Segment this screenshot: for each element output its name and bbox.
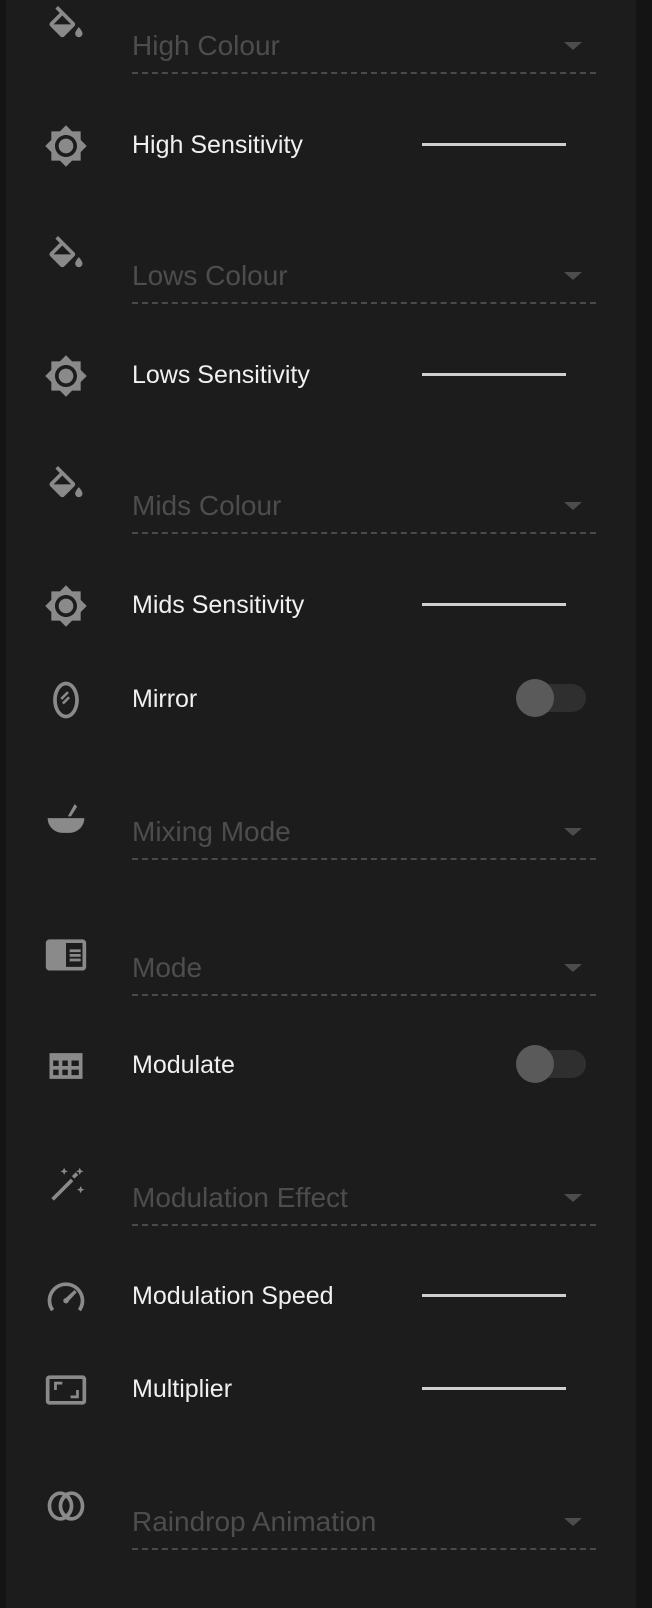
modulation-speed-row: Modulation Speed bbox=[6, 1271, 636, 1321]
mids-sensitivity-slider[interactable] bbox=[422, 603, 566, 606]
brightness-icon bbox=[40, 580, 92, 632]
chevron-down-icon bbox=[564, 828, 582, 836]
aspect-ratio-icon bbox=[40, 1364, 92, 1416]
speedometer-icon bbox=[40, 1271, 92, 1323]
paint-bucket-icon bbox=[40, 462, 92, 514]
brightness-icon bbox=[40, 350, 92, 402]
mixing-mode-select[interactable]: Mixing Mode bbox=[132, 802, 596, 860]
modulation-speed-label: Modulation Speed bbox=[132, 1282, 334, 1310]
lows-colour-select[interactable]: Lows Colour bbox=[132, 246, 596, 304]
high-sensitivity-slider[interactable] bbox=[422, 143, 566, 146]
high-colour-label: High Colour bbox=[132, 30, 280, 61]
high-colour-select[interactable]: High Colour bbox=[132, 16, 596, 74]
lows-sensitivity-slider[interactable] bbox=[422, 373, 566, 376]
high-sensitivity-label: High Sensitivity bbox=[132, 131, 303, 159]
lows-sensitivity-label: Lows Sensitivity bbox=[132, 361, 310, 389]
modulate-label: Modulate bbox=[132, 1051, 235, 1079]
mids-sensitivity-row: Mids Sensitivity bbox=[6, 580, 636, 630]
mids-colour-row: Mids Colour bbox=[6, 460, 636, 550]
modulate-row: Modulate bbox=[6, 1040, 636, 1090]
mode-row: Mode bbox=[6, 926, 636, 1016]
brightness-icon bbox=[40, 120, 92, 172]
modulate-toggle[interactable] bbox=[516, 1044, 592, 1084]
high-sensitivity-row: High Sensitivity bbox=[6, 120, 636, 170]
multiplier-slider[interactable] bbox=[422, 1387, 566, 1390]
view-list-icon bbox=[40, 928, 92, 980]
mode-select[interactable]: Mode bbox=[132, 938, 596, 996]
mirror-label: Mirror bbox=[132, 685, 198, 713]
mids-colour-select[interactable]: Mids Colour bbox=[132, 476, 596, 534]
high-colour-row: High Colour bbox=[6, 0, 636, 90]
raindrop-animation-label: Raindrop Animation bbox=[132, 1506, 377, 1537]
rings-icon bbox=[40, 1480, 92, 1532]
mixing-mode-row: Mixing Mode bbox=[6, 790, 636, 880]
chevron-down-icon bbox=[564, 1518, 582, 1526]
modulation-effect-row: Modulation Effect bbox=[6, 1156, 636, 1246]
settings-panel: High Colour High Sensitivity Lows Colour… bbox=[6, 0, 636, 1608]
modulation-effect-select[interactable]: Modulation Effect bbox=[132, 1168, 596, 1226]
grid-icon bbox=[40, 1040, 92, 1092]
paint-bucket-icon bbox=[40, 232, 92, 284]
mids-sensitivity-label: Mids Sensitivity bbox=[132, 591, 305, 619]
mirror-icon bbox=[40, 674, 92, 726]
modulation-speed-slider[interactable] bbox=[422, 1294, 566, 1297]
mortar-bowl-icon bbox=[40, 794, 92, 846]
mirror-row: Mirror bbox=[6, 674, 636, 724]
multiplier-row: Multiplier bbox=[6, 1364, 636, 1414]
mode-label: Mode bbox=[132, 952, 203, 983]
mids-colour-label: Mids Colour bbox=[132, 490, 282, 521]
chevron-down-icon bbox=[564, 42, 582, 50]
lows-colour-label: Lows Colour bbox=[132, 260, 288, 291]
chevron-down-icon bbox=[564, 502, 582, 510]
toggle-thumb bbox=[516, 679, 554, 717]
lows-sensitivity-row: Lows Sensitivity bbox=[6, 350, 636, 400]
raindrop-animation-row: Raindrop Animation bbox=[6, 1480, 636, 1570]
raindrop-animation-select[interactable]: Raindrop Animation bbox=[132, 1492, 596, 1550]
chevron-down-icon bbox=[564, 272, 582, 280]
paint-bucket-icon bbox=[40, 2, 92, 54]
magic-wand-icon bbox=[40, 1160, 92, 1212]
chevron-down-icon bbox=[564, 1194, 582, 1202]
chevron-down-icon bbox=[564, 964, 582, 972]
multiplier-label: Multiplier bbox=[132, 1375, 233, 1403]
lows-colour-row: Lows Colour bbox=[6, 230, 636, 320]
mixing-mode-label: Mixing Mode bbox=[132, 816, 291, 847]
modulation-effect-label: Modulation Effect bbox=[132, 1182, 348, 1213]
toggle-thumb bbox=[516, 1045, 554, 1083]
mirror-toggle[interactable] bbox=[516, 678, 592, 718]
